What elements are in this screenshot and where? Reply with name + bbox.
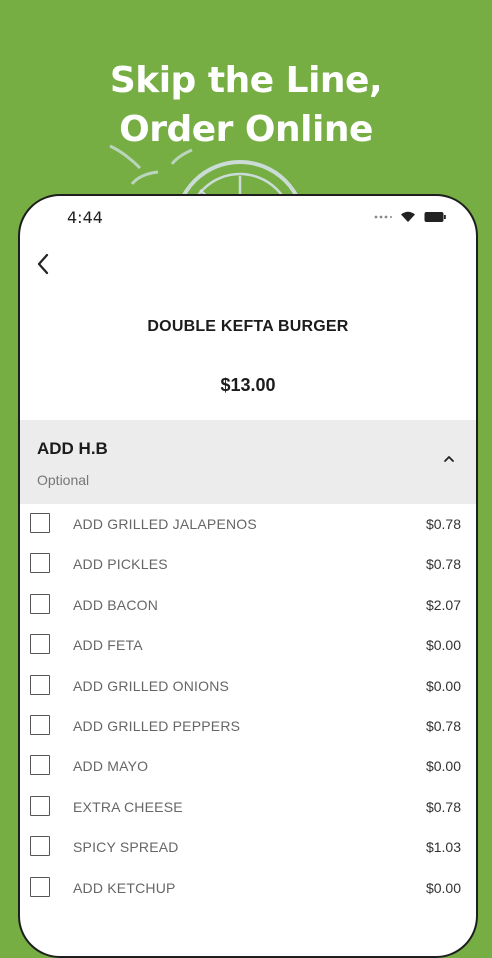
option-price: $0.00 <box>425 879 461 896</box>
option-row[interactable]: ADD GRILLED PEPPERS $0.78 <box>20 706 476 746</box>
option-price: $0.00 <box>425 637 461 654</box>
option-row[interactable]: ADD GRILLED ONIONS $0.00 <box>20 666 476 706</box>
product-price: $13.00 <box>220 375 276 395</box>
option-checkbox[interactable] <box>30 876 50 897</box>
option-label: ADD GRILLED PEPPERS <box>73 717 241 734</box>
status-time: 4:44 <box>67 208 103 227</box>
option-row[interactable]: ADD KETCHUP $0.00 <box>20 868 476 908</box>
option-row[interactable]: ADD GRILLED JALAPENOS $0.78 <box>20 504 476 544</box>
option-checkbox[interactable] <box>30 755 50 776</box>
product-name: DOUBLE KEFTA BURGER <box>147 318 349 335</box>
signal-dots-icon <box>374 215 392 219</box>
option-price: $0.78 <box>425 717 461 734</box>
modifier-group-title: ADD H.B <box>37 439 108 458</box>
battery-icon <box>424 212 446 222</box>
option-checkbox[interactable] <box>30 795 50 816</box>
option-price: $0.78 <box>425 516 461 532</box>
option-label: ADD FETA <box>73 637 143 654</box>
option-price: $0.00 <box>425 677 461 694</box>
option-row[interactable]: ADD BACON $2.07 <box>20 585 476 625</box>
option-row[interactable]: SPICY SPREAD $1.03 <box>20 827 476 867</box>
chevron-up-icon[interactable] <box>442 454 456 464</box>
option-price: $0.00 <box>425 758 461 775</box>
status-icons <box>374 211 446 223</box>
modifier-group-header[interactable]: ADD H.B Optional <box>20 420 476 504</box>
option-price: $1.03 <box>425 839 461 856</box>
status-bar: 4:44 <box>20 196 476 240</box>
option-price: $2.07 <box>425 596 461 613</box>
option-label: ADD KETCHUP <box>73 879 176 896</box>
option-checkbox[interactable] <box>30 634 50 655</box>
option-label: ADD GRILLED ONIONS <box>73 677 230 694</box>
option-checkbox[interactable] <box>30 714 50 735</box>
chevron-left-icon <box>37 253 49 275</box>
option-price: $0.78 <box>425 556 461 573</box>
option-label: ADD GRILLED JALAPENOS <box>73 516 257 532</box>
wifi-icon <box>401 211 415 222</box>
option-row[interactable]: ADD MAYO $0.00 <box>20 746 476 786</box>
option-row[interactable]: ADD PICKLES $0.78 <box>20 544 476 584</box>
option-label: EXTRA CHEESE <box>73 798 183 815</box>
option-checkbox[interactable] <box>30 836 50 857</box>
option-row[interactable]: EXTRA CHEESE $0.78 <box>20 787 476 827</box>
modifier-group-subtitle: Optional <box>37 472 90 488</box>
modifier-options-list: ADD GRILLED JALAPENOS $0.78 ADD PICKLES … <box>20 504 476 908</box>
option-label: ADD BACON <box>73 596 159 613</box>
option-label: SPICY SPREAD <box>73 839 179 856</box>
promo-headline-line-1: Skip the Line, <box>109 60 383 101</box>
option-checkbox[interactable] <box>30 593 50 614</box>
phone-frame: 4:44 DOUBLE KEFTA BURGER $13.00 ADD H.B … <box>18 194 478 958</box>
option-price: $0.78 <box>425 798 461 815</box>
option-checkbox[interactable] <box>30 674 50 695</box>
back-button[interactable] <box>28 246 58 282</box>
option-label: ADD MAYO <box>73 758 149 775</box>
option-checkbox[interactable] <box>30 553 50 574</box>
option-row[interactable]: ADD FETA $0.00 <box>20 625 476 665</box>
option-checkbox[interactable] <box>30 513 50 533</box>
option-label: ADD PICKLES <box>73 556 168 573</box>
